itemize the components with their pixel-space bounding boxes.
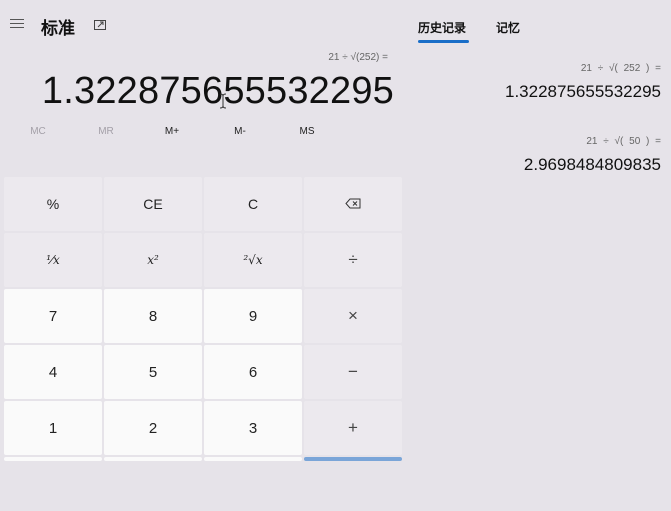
memory-store-button[interactable]: MS <box>287 126 327 137</box>
digit-9-button[interactable]: 9 <box>204 289 302 343</box>
backspace-button[interactable] <box>304 177 402 231</box>
clear-entry-button[interactable]: CE <box>104 177 202 231</box>
tab-history[interactable]: 历史记录 <box>418 19 466 36</box>
equals-button[interactable] <box>304 457 402 461</box>
tab-memory[interactable]: 记忆 <box>496 19 520 36</box>
memory-clear-button[interactable]: MC <box>18 126 58 137</box>
memory-subtract-button[interactable]: M- <box>220 126 260 137</box>
keep-on-top-icon[interactable] <box>93 17 107 31</box>
history-expression: 21 ÷ √( 50 ) = <box>586 136 661 147</box>
square-root-button[interactable]: ²√x <box>204 233 302 287</box>
text-cursor-icon <box>218 93 228 109</box>
divide-button[interactable]: ÷ <box>304 233 402 287</box>
history-expression: 21 ÷ √( 252 ) = <box>580 63 661 74</box>
mode-title: 标准 <box>41 19 75 38</box>
percent-button[interactable]: % <box>4 177 102 231</box>
reciprocal-button[interactable]: ¹⁄x <box>4 233 102 287</box>
multiply-button[interactable]: × <box>304 289 402 343</box>
add-button[interactable]: + <box>304 401 402 455</box>
digit-7-button[interactable]: 7 <box>4 289 102 343</box>
history-item[interactable]: 21 ÷ √( 252 ) = 1.322875655532295 <box>505 63 661 102</box>
keypad: % CE C ¹⁄x x² ²√x ÷ 7 8 9 × 4 5 6 − 1 2 … <box>4 177 404 511</box>
history-result: 1.322875655532295 <box>505 82 661 101</box>
active-tab-indicator <box>418 40 469 43</box>
backspace-icon <box>345 196 361 212</box>
digit-4-button[interactable]: 4 <box>4 345 102 399</box>
digit-5-button[interactable]: 5 <box>104 345 202 399</box>
digit-3-button[interactable]: 3 <box>204 401 302 455</box>
digit-8-button[interactable]: 8 <box>104 289 202 343</box>
square-button[interactable]: x² <box>104 233 202 287</box>
current-expression: 21 ÷ √(252) = <box>328 52 388 63</box>
decimal-button[interactable] <box>204 457 302 461</box>
digit-6-button[interactable]: 6 <box>204 345 302 399</box>
subtract-button[interactable]: − <box>304 345 402 399</box>
hamburger-menu-icon[interactable] <box>10 19 24 29</box>
memory-recall-button[interactable]: MR <box>86 126 126 137</box>
digit-1-button[interactable]: 1 <box>4 401 102 455</box>
negate-button[interactable] <box>4 457 102 461</box>
digit-0-button[interactable] <box>104 457 202 461</box>
digit-2-button[interactable]: 2 <box>104 401 202 455</box>
clear-button[interactable]: C <box>204 177 302 231</box>
memory-add-button[interactable]: M+ <box>152 126 192 137</box>
history-result: 2.9698484809835 <box>523 155 661 174</box>
history-item[interactable]: 21 ÷ √( 50 ) = 2.9698484809835 <box>524 136 661 175</box>
